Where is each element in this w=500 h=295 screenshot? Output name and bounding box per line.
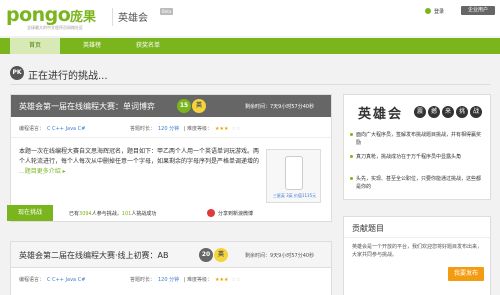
participation-stats: 已有3094人参与挑战，101人挑战成功 — [69, 210, 156, 217]
logo-text: pongo — [6, 4, 71, 26]
time-value: 120 分钟 — [158, 126, 180, 132]
publish-button[interactable]: 我要发布 — [448, 267, 484, 281]
header-divider — [112, 8, 113, 26]
difficulty-label: | 难度等级： — [183, 126, 213, 132]
stats-suffix: 人挑战成功 — [131, 211, 157, 217]
score-badge: 15 — [177, 99, 191, 113]
bullet-icon — [350, 133, 353, 136]
user-icon — [425, 8, 431, 14]
enterprise-user-button[interactable]: 企业用户 — [461, 6, 495, 15]
nav-leaderboard[interactable]: 英雄榜 — [70, 38, 114, 54]
difficulty-label: | 难度等级： — [183, 277, 213, 283]
contest-meta: 编程语言： C C++ Java C# 答题时长： 120 分钟 | 难度等级： ★★… — [19, 276, 246, 283]
participant-count: 3094 — [79, 211, 92, 217]
hero-banner: 英雄会 震 撼 来 挑 战 — [352, 103, 484, 122]
contest-header: 英雄会第二届在线编程大赛·线上初赛：AB 20 英 剩余时间：9天9小时57分4… — [11, 242, 331, 268]
star-on: ★★★ — [215, 277, 229, 283]
contest-title[interactable]: 英雄会第一届在线编程大赛：单词博弈 — [19, 101, 155, 112]
section-title: 英雄会 — [118, 13, 148, 24]
divider — [10, 84, 490, 85]
lang-list: C C++ Java C# — [47, 126, 86, 132]
contribute-title: 贡献题目 — [352, 224, 384, 233]
share-weibo-link[interactable]: 分享到新浪微博 — [218, 210, 253, 217]
prize-thumbnail[interactable]: 三星英 3英 价值1135元 — [266, 149, 321, 203]
score-badge: 20 — [199, 248, 213, 262]
time-label: 答题时长： — [129, 126, 155, 132]
stats-mid: 人参与挑战， — [91, 211, 122, 217]
contest-header: 英雄会第一届在线编程大赛：单词博弈 15 英 剩余时间：7天9小时57分40秒 — [11, 95, 331, 117]
bullet-icon — [350, 155, 353, 158]
difficulty-stars: ★★★ ☆☆ — [215, 126, 243, 132]
stats-prefix: 已有 — [69, 211, 80, 217]
phone-image — [285, 156, 303, 190]
hero-tag: 来 — [442, 106, 454, 118]
success-count: 101 — [121, 211, 132, 217]
beta-badge: Beta — [160, 8, 174, 15]
promo-text: 头先，实现、甚至全公职位，只要你能通过挑战，这些都是你的 — [356, 176, 482, 190]
main-nav: 首页 英雄榜 获奖名单 — [0, 38, 500, 54]
contribute-text: 英雄会是一个开放的平台，我们欢迎您将好题目发布出来，大家共同参与挑战。 — [352, 244, 483, 258]
logo-cn: 庞果 — [70, 10, 97, 25]
hero-title: 英雄会 — [358, 107, 404, 122]
promo-item: 真刀真枪，挑战成功在于万千程序员中显露头角 — [350, 153, 484, 161]
login-link[interactable]: 登录 — [434, 8, 444, 15]
time-value: 120 分钟 — [158, 277, 180, 283]
hero-tag: 挑 — [456, 106, 468, 118]
promo-text: 面向广大程序员，签解发布挑战题目挑战，并有相得赢奖励 — [356, 132, 482, 146]
contest-footer: 现在挑战 已有3094人参与挑战，101人挑战成功 分享到新浪微博 — [7, 205, 331, 221]
star-on: ★★★ — [215, 126, 229, 132]
hero-promo-panel: 英雄会 震 撼 来 挑 战 面向广大程序员，签解发布挑战题目挑战，并有相得赢奖励… — [343, 94, 491, 200]
more-link[interactable]: ...题目更多介绍 ▸ — [19, 168, 66, 175]
promo-text: 真刀真枪，挑战成功在于万千程序员中显露头角 — [356, 154, 462, 160]
nav-home[interactable]: 首页 — [10, 38, 60, 54]
lang-label: 编程语言： — [19, 126, 45, 132]
unit-badge: 英 — [192, 99, 206, 113]
contest-card: 英雄会第二届在线编程大赛·线上初赛：AB 20 英 剩余时间：9天9小时57分4… — [10, 241, 332, 295]
lang-label: 编程语言： — [19, 277, 45, 283]
contest-description: 本题一次在线编程大赛自文思海辉冠名，题目如下：甲乙两个人用一个英语单词玩游戏。两… — [19, 147, 259, 177]
page-title: 正在进行的挑战... — [28, 71, 108, 82]
countdown: 剩余时间：9天9小时57分40秒 — [245, 253, 315, 259]
hero-tag: 战 — [470, 106, 482, 118]
hero-tag: 震 — [414, 106, 426, 118]
lang-list: C C++ Java C# — [47, 277, 86, 283]
promo-item: 头先，实现、甚至全公职位，只要你能通过挑战，这些都是你的 — [350, 175, 484, 191]
star-off: ☆☆ — [231, 277, 241, 283]
challenge-button[interactable]: 现在挑战 — [7, 205, 53, 221]
weibo-icon[interactable] — [207, 209, 215, 217]
header: pongo 庞果 全球最大的中文程序员网络社区 英雄会 Beta 登录 企业用户 — [0, 0, 500, 36]
prize-caption[interactable]: 三星英 3英 价值1135元 — [269, 193, 320, 199]
logo[interactable]: pongo 庞果 全球最大的中文程序员网络社区 — [6, 4, 106, 32]
countdown: 剩余时间：7天9小时57分40秒 — [245, 104, 315, 110]
contribute-panel: 贡献题目 英雄会是一个开放的平台，我们欢迎您将好题目发布出来，大家共同参与挑战。… — [343, 216, 491, 295]
difficulty-stars: ★★★ ☆☆ — [215, 277, 243, 283]
divider — [344, 237, 490, 238]
star-off: ☆☆ — [231, 126, 241, 132]
logo-subtitle: 全球最大的中文程序员网络社区 — [27, 25, 83, 30]
contest-meta: 编程语言： C C++ Java C# 答题时长： 120 分钟 | 难度等级： ★★… — [19, 125, 246, 132]
time-label: 答题时长： — [129, 277, 155, 283]
nav-winners[interactable]: 获奖名单 — [122, 38, 174, 54]
unit-badge: 英 — [214, 248, 228, 262]
promo-item: 面向广大程序员，签解发布挑战题目挑战，并有相得赢奖励 — [350, 131, 484, 147]
bullet-icon — [350, 177, 353, 180]
contest-card: 英雄会第一届在线编程大赛：单词博弈 15 英 剩余时间：7天9小时57分40秒 … — [7, 94, 332, 222]
divider — [11, 137, 331, 138]
pk-icon: PK — [10, 66, 24, 80]
contest-title[interactable]: 英雄会第二届在线编程大赛·线上初赛：AB — [19, 250, 169, 261]
hero-tag: 撼 — [428, 106, 440, 118]
description-text: 本题一次在线编程大赛自文思海辉冠名，题目如下：甲乙两个人用一个英语单词玩游戏。两… — [19, 148, 260, 165]
